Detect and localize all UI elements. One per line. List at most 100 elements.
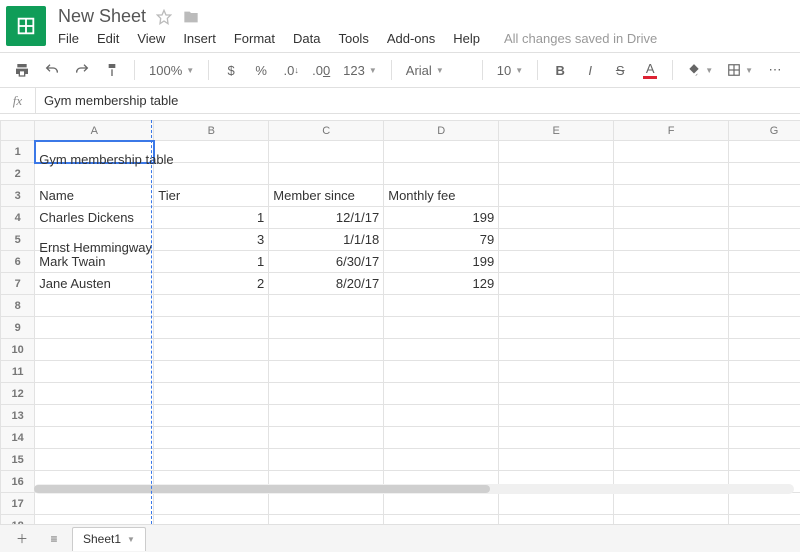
col-header-E[interactable]: E (499, 121, 614, 141)
cell-C4[interactable]: 12/1/17 (269, 207, 384, 229)
cell-B6[interactable]: 1 (154, 251, 269, 273)
document-title[interactable]: New Sheet (58, 6, 146, 27)
col-header-A[interactable]: A (35, 121, 154, 141)
cell[interactable] (384, 317, 499, 339)
cell[interactable] (729, 449, 800, 471)
paint-format-button[interactable] (100, 58, 124, 82)
decrease-decimal-button[interactable]: .0↓ (279, 58, 303, 82)
cell[interactable] (499, 427, 614, 449)
cell-G3[interactable] (729, 185, 800, 207)
cell[interactable] (35, 361, 154, 383)
cell[interactable] (499, 295, 614, 317)
cell[interactable] (614, 317, 729, 339)
cell[interactable] (35, 405, 154, 427)
bold-button[interactable]: B (548, 58, 572, 82)
cell-F7[interactable] (614, 273, 729, 295)
cell[interactable] (35, 427, 154, 449)
cell-A4[interactable]: Charles Dickens (35, 207, 154, 229)
cell-G1[interactable] (729, 141, 800, 163)
cell[interactable] (384, 493, 499, 515)
row-header[interactable]: 12 (1, 383, 35, 405)
cell[interactable] (729, 493, 800, 515)
cell-F3[interactable] (614, 185, 729, 207)
row-header[interactable]: 11 (1, 361, 35, 383)
cell-E1[interactable] (499, 141, 614, 163)
cell-E4[interactable] (499, 207, 614, 229)
menu-tools[interactable]: Tools (338, 31, 368, 46)
cell[interactable] (499, 515, 614, 525)
cell[interactable] (35, 295, 154, 317)
scrollbar-thumb[interactable] (34, 485, 490, 493)
cell[interactable] (154, 317, 269, 339)
cell[interactable] (154, 405, 269, 427)
col-header-G[interactable]: G (729, 121, 800, 141)
cell-A7[interactable]: Jane Austen (35, 273, 154, 295)
cell[interactable] (269, 383, 384, 405)
row-header[interactable]: 15 (1, 449, 35, 471)
undo-button[interactable] (40, 58, 64, 82)
cell-G2[interactable] (729, 163, 800, 185)
folder-icon[interactable] (182, 9, 200, 25)
cell[interactable] (499, 317, 614, 339)
cell-C1[interactable] (269, 141, 384, 163)
cell[interactable] (384, 361, 499, 383)
all-sheets-button[interactable]: ≡ (40, 528, 68, 550)
star-icon[interactable] (156, 9, 172, 25)
col-header-D[interactable]: D (384, 121, 499, 141)
cell-E2[interactable] (499, 163, 614, 185)
cell-D3[interactable]: Monthly fee (384, 185, 499, 207)
borders-button[interactable]: ▼ (723, 58, 757, 82)
cell[interactable] (269, 515, 384, 525)
row-header[interactable]: 13 (1, 405, 35, 427)
cell[interactable] (729, 427, 800, 449)
cell[interactable] (384, 427, 499, 449)
cell-B2[interactable] (154, 163, 269, 185)
cell[interactable] (269, 317, 384, 339)
cell[interactable] (499, 449, 614, 471)
cell-G6[interactable] (729, 251, 800, 273)
cell[interactable] (35, 515, 154, 525)
cell[interactable] (384, 515, 499, 525)
font-size-dropdown[interactable]: 10▼ (493, 58, 527, 82)
cell[interactable] (729, 317, 800, 339)
cell[interactable] (35, 317, 154, 339)
cell-E6[interactable] (499, 251, 614, 273)
text-color-button[interactable]: A (638, 58, 662, 82)
cell[interactable] (499, 361, 614, 383)
cell-E3[interactable] (499, 185, 614, 207)
cell-A3[interactable]: Name (35, 185, 154, 207)
cell-B5[interactable]: 3 (154, 229, 269, 251)
sheet-tab-sheet1[interactable]: Sheet1 ▼ (72, 527, 146, 551)
cell-B1[interactable] (154, 141, 269, 163)
cell[interactable] (614, 383, 729, 405)
row-header[interactable]: 5 (1, 229, 35, 251)
cell-A6[interactable]: Mark Twain (35, 251, 154, 273)
cell[interactable] (729, 515, 800, 525)
row-header[interactable]: 1 (1, 141, 35, 163)
cell[interactable] (154, 493, 269, 515)
cell-A1[interactable]: Gym membership table (35, 141, 154, 163)
spreadsheet-grid[interactable]: A B C D E F G 1 Gym membership table 2 3… (0, 120, 800, 524)
row-header[interactable]: 14 (1, 427, 35, 449)
cell[interactable] (614, 493, 729, 515)
cell-G5[interactable] (729, 229, 800, 251)
cell-C6[interactable]: 6/30/17 (269, 251, 384, 273)
cell[interactable] (614, 427, 729, 449)
row-header[interactable]: 17 (1, 493, 35, 515)
cell-D1[interactable] (384, 141, 499, 163)
fill-color-button[interactable]: ▼ (683, 58, 717, 82)
cell[interactable] (499, 339, 614, 361)
cell[interactable] (614, 449, 729, 471)
cell-B7[interactable]: 2 (154, 273, 269, 295)
cell[interactable] (729, 383, 800, 405)
cell[interactable] (729, 361, 800, 383)
cell-F4[interactable] (614, 207, 729, 229)
cell[interactable] (269, 295, 384, 317)
cell[interactable] (154, 383, 269, 405)
cell-C7[interactable]: 8/20/17 (269, 273, 384, 295)
horizontal-scrollbar[interactable] (34, 484, 794, 494)
cell-D6[interactable]: 199 (384, 251, 499, 273)
cell[interactable] (729, 339, 800, 361)
menu-addons[interactable]: Add-ons (387, 31, 435, 46)
strikethrough-button[interactable]: S (608, 58, 632, 82)
